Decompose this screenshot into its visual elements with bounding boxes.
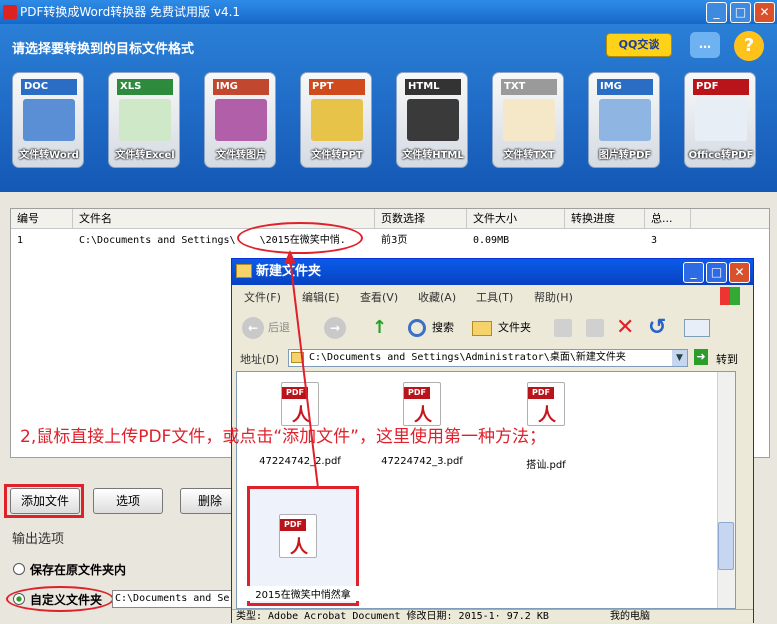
annotation-arrow	[284, 250, 319, 489]
arrow-head	[284, 250, 296, 264]
arrow-line	[289, 257, 319, 489]
